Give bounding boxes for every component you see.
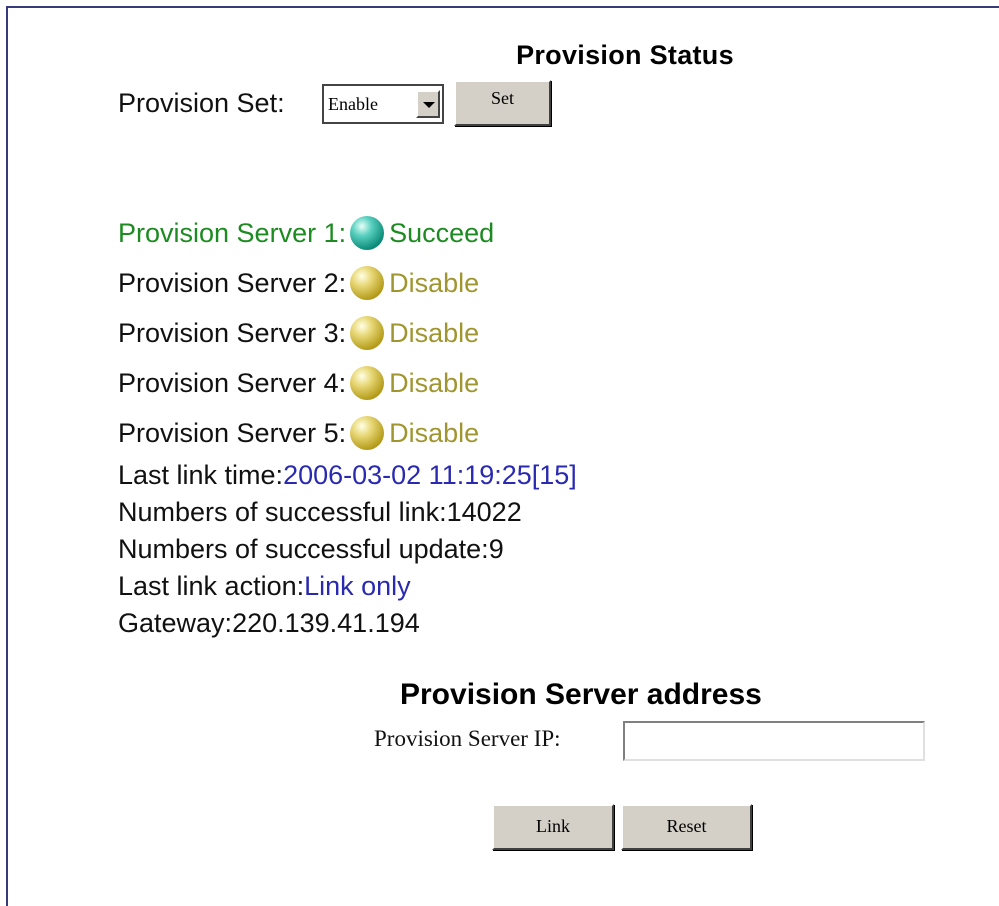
server-status: Disable	[389, 417, 480, 448]
server-label: Provision Server 1:	[118, 217, 347, 248]
provision-set-selected-value: Enable	[328, 94, 378, 114]
status-disabled-icon	[350, 416, 385, 450]
server-status: Disable	[389, 367, 480, 398]
gateway-value: 220.139.41.194	[232, 608, 420, 638]
status-success-icon	[350, 216, 385, 250]
reset-button[interactable]: Reset	[621, 804, 752, 850]
server-row-2: Provision Server 2: Disable	[118, 266, 479, 300]
gateway: Gateway:220.139.41.194	[118, 608, 420, 639]
last-link-action-value: Link only	[304, 571, 411, 601]
server-row-5: Provision Server 5: Disable	[118, 416, 479, 450]
last-link-time-label: Last link time:	[118, 460, 284, 490]
server-label: Provision Server 4:	[118, 367, 347, 398]
status-disabled-icon	[350, 266, 385, 300]
server-status: Succeed	[389, 217, 495, 248]
successful-update-value: 9	[488, 534, 504, 564]
server-label: Provision Server 3:	[118, 317, 347, 348]
successful-update-count: Numbers of successful update:9	[118, 534, 504, 565]
gateway-label: Gateway:	[118, 608, 233, 638]
provision-set-select[interactable]: Enable	[322, 84, 444, 124]
provision-server-ip-input[interactable]	[623, 721, 925, 761]
server-row-4: Provision Server 4: Disable	[118, 366, 479, 400]
server-address-title: Provision Server address	[400, 678, 762, 711]
link-button[interactable]: Link	[492, 804, 614, 850]
content-frame	[6, 6, 999, 906]
successful-link-label: Numbers of successful link:	[118, 497, 447, 527]
successful-link-value: 14022	[446, 497, 522, 527]
server-status: Disable	[389, 267, 480, 298]
server-label: Provision Server 2:	[118, 267, 347, 298]
status-disabled-icon	[350, 366, 385, 400]
server-label: Provision Server 5:	[118, 417, 347, 448]
set-button[interactable]: Set	[454, 80, 551, 126]
successful-update-label: Numbers of successful update:	[118, 534, 489, 564]
page-title: Provision Status	[516, 40, 734, 70]
server-row-1: Provision Server 1: Succeed	[118, 216, 494, 250]
last-link-action-label: Last link action:	[118, 571, 305, 601]
server-row-3: Provision Server 3: Disable	[118, 316, 479, 350]
successful-link-count: Numbers of successful link:14022	[118, 497, 522, 528]
last-link-time-value: 2006-03-02 11:19:25[15]	[283, 460, 577, 490]
last-link-action: Last link action:Link only	[118, 571, 411, 602]
last-link-time: Last link time:2006-03-02 11:19:25[15]	[118, 460, 577, 491]
server-status: Disable	[389, 317, 480, 348]
provision-set-label: Provision Set:	[118, 88, 285, 118]
chevron-down-icon[interactable]	[416, 90, 440, 118]
provision-server-ip-label: Provision Server IP:	[374, 726, 561, 751]
status-disabled-icon	[350, 316, 385, 350]
